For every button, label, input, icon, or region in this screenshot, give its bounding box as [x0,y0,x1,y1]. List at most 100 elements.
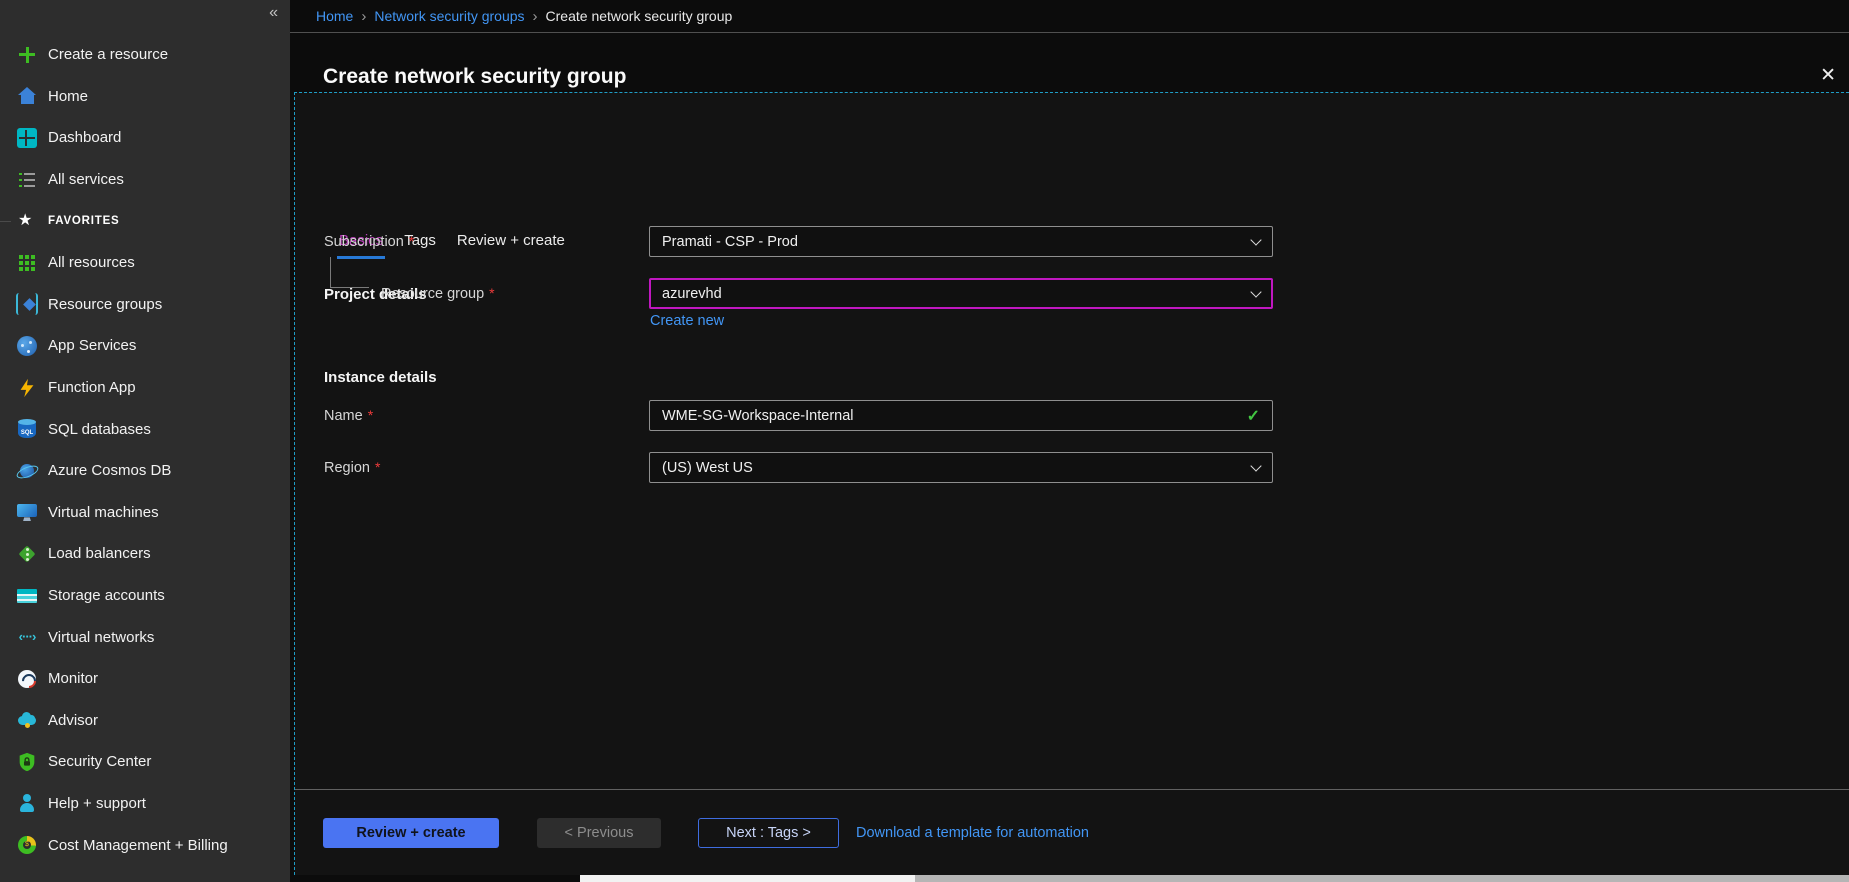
sidebar-item-advisor[interactable]: Advisor [0,700,290,742]
instance-details-heading: Instance details [324,369,437,386]
dashboard-icon [17,128,37,148]
sidebar-section-favorites[interactable]: FAVORITES [0,200,290,242]
sidebar-item-label: Create a resource [48,46,168,63]
sidebar-item-function-app[interactable]: Function App [0,367,290,409]
subscription-select[interactable]: Pramati - CSP - Prod [649,226,1273,257]
sidebar-item-label: Home [48,88,88,105]
name-field-wrapper: ✓ [649,400,1273,431]
sidebar-item-label: Storage accounts [48,587,165,604]
resource-group-value: azurevhd [662,286,722,302]
sidebar-item-label: Help + support [48,795,146,812]
sidebar-item-monitor[interactable]: Monitor [0,658,290,700]
name-label: Name* [324,407,649,424]
resource-group-row: Resource group * azurevhd [324,278,1273,309]
sidebar-item-load-balancers[interactable]: Load balancers [0,533,290,575]
stacked-bars-icon [16,585,38,607]
sidebar-item-label: Function App [48,379,136,396]
sidebar-item-label: Azure Cosmos DB [48,462,171,479]
sidebar-section-label: FAVORITES [48,215,120,227]
breadcrumb: Home › Network security groups › Create … [290,0,1849,33]
sidebar-item-label: Advisor [48,712,98,729]
breadcrumb-home-link[interactable]: Home [316,8,353,24]
sidebar-item-label: Security Center [48,753,151,770]
plus-icon [16,44,38,66]
sidebar-item-label: Monitor [48,670,98,687]
list-icon [16,169,38,191]
planet-ring-icon [16,460,38,482]
cloud-icon [16,709,38,731]
main-region: Home › Network security groups › Create … [290,0,1849,882]
sidebar-item-label: SQL databases [48,421,151,438]
name-row: Name* ✓ [324,400,1273,431]
resource-group-select[interactable]: azurevhd [649,278,1273,309]
valid-check-icon: ✓ [1247,406,1260,426]
sidebar-item-label: All resources [48,254,135,271]
resource-group-label-text: Resource group [381,286,484,302]
next-tags-button[interactable]: Next : Tags > [698,818,839,848]
sidebar-item-sql-databases[interactable]: SQL databases [0,408,290,450]
sidebar-item-azure-cosmos-db[interactable]: Azure Cosmos DB [0,450,290,492]
sidebar-item-virtual-networks[interactable]: Virtual networks [0,616,290,658]
close-icon[interactable]: ✕ [1820,64,1836,87]
azure-portal-window: « Create a resource Home Dashboard All s… [0,0,1849,882]
shield-lock-icon [16,751,38,773]
chevron-down-icon [1250,234,1261,245]
sidebar-item-cost-management-billing[interactable]: Cost Management + Billing [0,824,290,866]
grid-icon [16,252,38,274]
create-nsg-panel: Basics Tags Review + create Project deta… [294,92,1849,875]
region-label-text: Region [324,460,370,476]
breadcrumb-nsg-link[interactable]: Network security groups [374,8,524,24]
region-select[interactable]: (US) West US [649,452,1273,483]
page-title: Create network security group [323,65,626,89]
sidebar-item-label: Resource groups [48,296,162,313]
globe-icon [17,336,37,356]
resource-group-label: Resource group * [324,285,649,302]
cube-brackets-icon [16,293,38,315]
download-template-link[interactable]: Download a template for automation [856,825,1089,841]
sidebar-item-virtual-machines[interactable]: Virtual machines [0,492,290,534]
previous-button[interactable]: < Previous [537,818,661,848]
breadcrumb-current: Create network security group [546,8,733,24]
sidebar-item-create-a-resource[interactable]: Create a resource [0,34,290,76]
region-value: (US) West US [662,460,753,476]
sidebar-item-label: Load balancers [48,545,151,562]
person-icon [16,792,38,814]
required-asterisk: * [368,407,373,423]
star-icon [16,210,38,232]
footer-actions: Review + create < Previous Next : Tags >… [323,818,1089,848]
review-create-button[interactable]: Review + create [323,818,499,848]
sidebar-item-security-center[interactable]: Security Center [0,741,290,783]
region-label: Region * [324,459,649,476]
gauge-icon [16,668,38,690]
network-brackets-icon [16,626,38,648]
sidebar-item-label: Dashboard [48,129,121,146]
name-input[interactable] [662,408,1247,424]
title-bar: Create network security group ✕ [290,34,1849,92]
sidebar-item-storage-accounts[interactable]: Storage accounts [0,575,290,617]
sidebar-item-all-resources[interactable]: All resources [0,242,290,284]
sidebar-item-dashboard[interactable]: Dashboard [0,117,290,159]
home-icon [16,85,38,107]
sidebar-item-home[interactable]: Home [0,76,290,118]
sidebar-item-label: App Services [48,337,136,354]
subscription-label: Subscription* [324,233,649,250]
sidebar-item-app-services[interactable]: App Services [0,325,290,367]
horizontal-scrollbar-thumb[interactable] [580,875,915,882]
create-new-link[interactable]: Create new [650,313,724,329]
sidebar-item-label: Virtual machines [48,504,159,521]
subscription-row: Subscription* Pramati - CSP - Prod [324,226,1273,257]
sidebar-item-all-services[interactable]: All services [0,159,290,201]
required-asterisk: * [489,285,494,301]
monitor-screen-icon [16,501,38,523]
horizontal-scrollbar[interactable] [580,875,1849,882]
sidebar-collapse-icon[interactable]: « [269,4,278,22]
sidebar: « Create a resource Home Dashboard All s… [0,0,290,882]
chevron-right-icon: › [361,8,366,25]
sidebar-item-resource-groups[interactable]: Resource groups [0,284,290,326]
subscription-value: Pramati - CSP - Prod [662,234,798,250]
subscription-label-text: Subscription [324,234,404,250]
sidebar-item-help-support[interactable]: Help + support [0,783,290,825]
donut-dollar-icon [16,834,38,856]
database-icon [18,420,36,438]
required-asterisk: * [375,459,380,475]
